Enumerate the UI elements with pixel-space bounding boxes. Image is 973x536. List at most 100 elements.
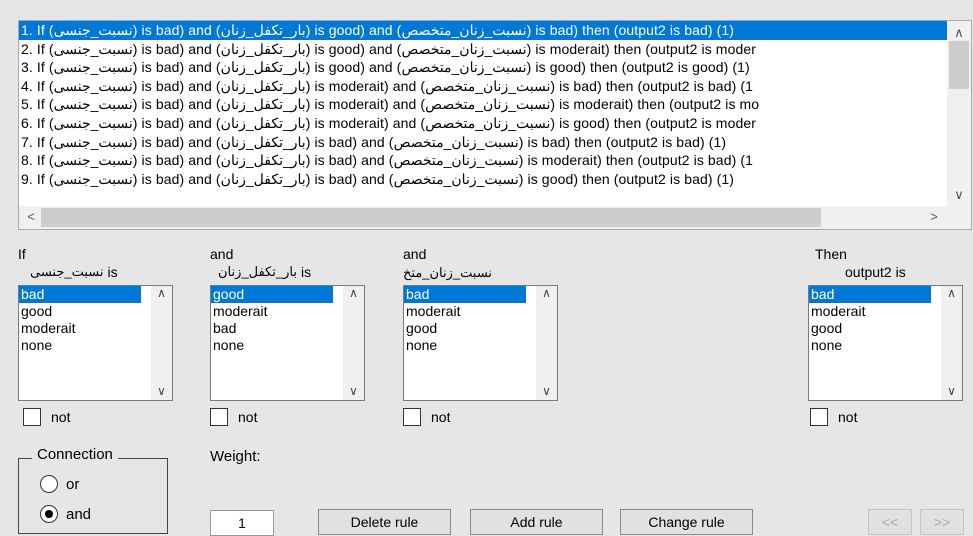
col3-not-checkbox[interactable]: not — [403, 408, 450, 426]
list-item[interactable]: moderait — [19, 320, 141, 337]
list-item[interactable]: bad — [809, 286, 931, 303]
scroll-down-icon[interactable]: ∨ — [949, 185, 969, 205]
scroll-up-icon[interactable]: ∧ — [343, 286, 364, 300]
listbox-scrollbar[interactable]: ∧ ∨ — [343, 286, 364, 400]
scroll-down-icon[interactable]: ∨ — [343, 384, 364, 398]
rule-number: 2. If ( — [21, 40, 54, 57]
rule-var3: نسبت_زنان_متخصص — [401, 40, 527, 57]
list-item[interactable]: good — [404, 320, 526, 337]
col2-variable-label: بار_تکفل_زنان — [218, 264, 297, 279]
rule-text: ) is bad) and ( — [132, 22, 221, 38]
list-item[interactable]: none — [404, 337, 526, 354]
rule-text: ) is bad) and ( — [132, 152, 221, 169]
listbox-scrollbar[interactable]: ∧ ∨ — [151, 286, 172, 400]
scroll-left-icon[interactable]: < — [21, 207, 41, 227]
radio-or-label: or — [66, 475, 80, 493]
scroll-down-icon[interactable]: ∨ — [151, 384, 172, 398]
rule-var1: نسبت_جنسی — [53, 77, 133, 94]
col1-variable-label: نسبت_جنسی — [30, 264, 104, 279]
list-item[interactable]: good — [19, 303, 141, 320]
checkbox-box[interactable] — [23, 408, 41, 426]
rule-line[interactable]: 6. If (نسبت_جنسی) is bad) and (بار_تکفل_… — [19, 114, 948, 133]
radio-selected-icon[interactable] — [40, 505, 58, 523]
rule-line[interactable]: 7. If (نسبت_جنسی) is bad) and (بار_تکفل_… — [19, 133, 948, 152]
radio-and[interactable]: and — [40, 505, 91, 523]
rules-list[interactable]: 1. If (نسبت_جنسی) is bad) and (بار_تکفل_… — [18, 20, 972, 230]
delete-rule-button[interactable]: Delete rule — [318, 509, 451, 535]
previous-button[interactable]: << — [868, 509, 912, 535]
rule-text: ) is moderait) and ( — [305, 77, 426, 94]
radio-or[interactable]: or — [40, 475, 79, 493]
col2-listbox[interactable]: good moderait bad none ∧ ∨ — [210, 285, 365, 401]
rule-text: ) is bad) and ( — [132, 96, 221, 113]
rule-text: ) is good) then (output2 is bad) (1) — [518, 170, 735, 187]
rule-line[interactable]: 5. If (نسبت_جنسی) is bad) and (بار_تکفل_… — [19, 95, 948, 114]
rule-number: 7. If ( — [21, 133, 54, 150]
scroll-up-icon[interactable]: ∧ — [949, 23, 969, 43]
rule-text: ) is good) and ( — [305, 59, 402, 76]
scroll-up-icon[interactable]: ∧ — [151, 286, 172, 300]
rules-horizontal-scrollbar[interactable]: < > — [19, 206, 948, 229]
col3-listbox[interactable]: bad moderait good none ∧ ∨ — [403, 285, 558, 401]
list-item[interactable]: good — [809, 320, 931, 337]
rule-text: ) is bad) then (output2 is bad) (1) — [518, 133, 727, 150]
output-listbox[interactable]: bad moderait good none ∧ ∨ — [808, 285, 963, 401]
change-rule-button[interactable]: Change rule — [620, 509, 753, 535]
scroll-thumb[interactable] — [949, 41, 969, 89]
radio-circle-icon[interactable] — [40, 475, 58, 493]
list-item[interactable]: moderait — [809, 303, 931, 320]
list-item[interactable]: none — [19, 337, 141, 354]
rules-vertical-scrollbar[interactable]: ∧ ∨ — [947, 21, 971, 207]
col4-not-checkbox[interactable]: not — [810, 408, 857, 426]
horizontal-scroll-thumb[interactable] — [41, 208, 821, 227]
rule-line[interactable]: 2. If (نسبت_جنسی) is bad) and (بار_تکفل_… — [19, 40, 948, 59]
scroll-up-icon[interactable]: ∧ — [536, 286, 557, 300]
col2-not-checkbox[interactable]: not — [210, 408, 257, 426]
weight-input[interactable]: 1 — [210, 510, 274, 536]
col1-listbox[interactable]: bad good moderait none ∧ ∨ — [18, 285, 173, 401]
list-item[interactable]: none — [809, 337, 931, 354]
rule-var1: نسبت_جنسی — [53, 22, 133, 38]
rule-var2: بار_تکفل_زنان — [220, 40, 306, 57]
list-item[interactable]: bad — [404, 286, 526, 303]
rule-var1: نسبت_جنسی — [53, 133, 133, 150]
col4-header: Then — [815, 246, 847, 262]
rule-var2: بار_تکفل_زنان — [220, 170, 306, 187]
list-item[interactable]: good — [211, 286, 333, 303]
rule-var1: نسبت_جنسی — [53, 114, 133, 131]
rule-text: ) is bad) and ( — [305, 152, 394, 169]
checkbox-box[interactable] — [210, 408, 228, 426]
listbox-scrollbar[interactable]: ∧ ∨ — [941, 286, 962, 400]
rule-var3: نسبت_زنان_متخصص — [425, 114, 551, 131]
col1-not-checkbox[interactable]: not — [23, 408, 70, 426]
add-rule-button[interactable]: Add rule — [470, 509, 603, 535]
scroll-down-icon[interactable]: ∨ — [536, 384, 557, 398]
next-button[interactable]: >> — [920, 509, 964, 535]
weight-label: Weight: — [210, 448, 261, 465]
rule-line[interactable]: 9. If (نسبت_جنسی) is bad) and (بار_تکفل_… — [19, 170, 948, 189]
rule-line[interactable]: 4. If (نسبت_جنسی) is bad) and (بار_تکفل_… — [19, 77, 948, 96]
rule-text: ) is good) and ( — [305, 22, 402, 38]
scroll-down-icon[interactable]: ∨ — [941, 384, 962, 398]
rule-text: ) is good) then (output2 is good) (1) — [526, 59, 750, 76]
col3-variable-label: نسبت_زنان_متخ — [403, 265, 493, 280]
list-item[interactable]: bad — [211, 320, 333, 337]
listbox-scrollbar[interactable]: ∧ ∨ — [536, 286, 557, 400]
rule-line[interactable]: 3. If (نسبت_جنسی) is bad) and (بار_تکفل_… — [19, 58, 948, 77]
scroll-up-icon[interactable]: ∧ — [941, 286, 962, 300]
scroll-right-icon[interactable]: > — [924, 207, 944, 227]
rule-text: ) is bad) and ( — [132, 170, 221, 187]
checkbox-box[interactable] — [403, 408, 421, 426]
col1-header: If — [18, 246, 26, 262]
rule-var2: بار_تکفل_زنان — [220, 59, 306, 76]
rule-line[interactable]: 1. If (نسبت_جنسی) is bad) and (بار_تکفل_… — [19, 21, 948, 40]
rule-var2: بار_تکفل_زنان — [220, 114, 306, 131]
list-item[interactable]: none — [211, 337, 333, 354]
rule-var1: نسبت_جنسی — [53, 170, 133, 187]
list-item[interactable]: bad — [19, 286, 141, 303]
list-item[interactable]: moderait — [404, 303, 526, 320]
checkbox-box[interactable] — [810, 408, 828, 426]
rule-line[interactable]: 8. If (نسبت_جنسی) is bad) and (بار_تکفل_… — [19, 151, 948, 170]
rule-text: ) is bad) then (output2 is bad) (1 — [550, 77, 753, 94]
list-item[interactable]: moderait — [211, 303, 333, 320]
